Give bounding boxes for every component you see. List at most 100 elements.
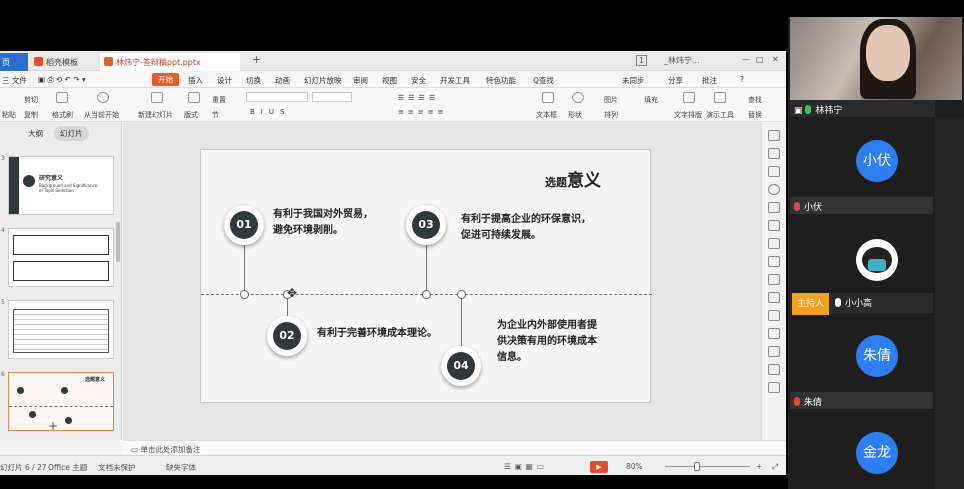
menu-design[interactable]: 设计: [217, 75, 232, 86]
zoom-slider-track[interactable]: [665, 466, 750, 467]
font-style-buttons[interactable]: BIUS: [250, 108, 290, 116]
smart-tools-button[interactable]: 演示工具: [706, 110, 734, 120]
slide[interactable]: 选题意义 01 有利于我国对外贸易， 避免环境剥削。 03 有利于提高企业的环保意…: [200, 149, 652, 403]
zoom-level[interactable]: 80%: [626, 462, 643, 471]
collapse-icon[interactable]: [768, 130, 780, 141]
tab-home[interactable]: 页: [0, 53, 28, 71]
pane-scrollbar[interactable]: [116, 222, 120, 262]
slide-thumbnail[interactable]: 3 研究意义 Background and Significance of To…: [1, 155, 114, 215]
location-icon[interactable]: [768, 184, 780, 195]
from-current-button[interactable]: 从当前开始: [84, 110, 119, 120]
image-icon[interactable]: [768, 346, 780, 357]
new-slide-button[interactable]: 新建幻灯片: [138, 110, 173, 120]
point-badge-01[interactable]: 01: [224, 205, 264, 245]
menu-start[interactable]: 开始: [152, 73, 179, 86]
copy-button[interactable]: 复制: [24, 110, 38, 120]
slide-title[interactable]: 选题意义: [545, 166, 601, 191]
point-text-04[interactable]: 为企业内外部使用者提 供决策有用的环境成本 信息。: [497, 318, 597, 366]
menu-search[interactable]: Q查找: [533, 75, 554, 86]
layout-icon[interactable]: [188, 92, 200, 103]
backup-icon[interactable]: [768, 382, 780, 393]
share-button[interactable]: 分享: [668, 75, 683, 86]
smart-tools-icon[interactable]: [714, 92, 726, 103]
participant-avatar[interactable]: 金龙: [856, 432, 898, 474]
menu-insert[interactable]: 插入: [188, 75, 203, 86]
font-size-select[interactable]: [312, 92, 352, 102]
maximize-icon[interactable]: □: [756, 55, 764, 64]
tools-icon[interactable]: [768, 328, 780, 339]
share-icon[interactable]: [768, 292, 780, 303]
close-icon[interactable]: ✕: [772, 55, 779, 64]
slide-thumbnail-current[interactable]: 6 选题意义: [1, 371, 114, 431]
new-slide-icon[interactable]: [151, 92, 163, 103]
participant-avatar[interactable]: 朱倩: [856, 335, 898, 377]
point-text-01[interactable]: 有利于我国对外贸易， 避免环境剥削。: [273, 207, 373, 239]
shape-button[interactable]: 形状: [568, 110, 582, 120]
settings-icon[interactable]: [768, 274, 780, 285]
export-icon[interactable]: [768, 310, 780, 321]
menu-animation[interactable]: 动画: [275, 75, 290, 86]
paragraph-buttons[interactable]: ☰☰☰☰: [398, 94, 439, 102]
textbox-button[interactable]: 文本框: [536, 110, 557, 120]
menu-security[interactable]: 安全: [411, 75, 426, 86]
point-badge-02[interactable]: 02: [267, 316, 307, 356]
user-name[interactable]: _林炜宁...: [664, 55, 700, 66]
missing-font-status[interactable]: 缺失字体: [166, 462, 196, 473]
text-tools-icon[interactable]: [683, 92, 695, 103]
point-badge-04[interactable]: 04: [441, 346, 481, 386]
quick-access-icons[interactable]: ▣ ⎙ ⟲ ↶ ↷ ▾: [38, 75, 86, 85]
fit-window-icon[interactable]: ⤢: [772, 462, 778, 472]
layout-button[interactable]: 版式: [184, 110, 198, 120]
menu-slideshow[interactable]: 幻灯片放映: [304, 75, 342, 86]
zoom-slider-handle[interactable]: [694, 462, 700, 471]
protection-status[interactable]: 文档未保护: [98, 462, 136, 473]
participant-avatar[interactable]: 小伏: [856, 140, 898, 182]
sync-status[interactable]: 未同步: [622, 75, 645, 86]
participant-avatar-bear[interactable]: [856, 239, 898, 281]
fill-button[interactable]: 填充: [644, 95, 658, 105]
cut-button[interactable]: 剪切: [24, 95, 38, 105]
menu-features[interactable]: 特色功能: [486, 75, 516, 86]
notes-area[interactable]: ▭ 单击此处添加备注: [123, 440, 786, 455]
animation-icon[interactable]: [768, 166, 780, 177]
view-buttons[interactable]: ☰▣▦▭: [504, 462, 548, 471]
template-icon[interactable]: [768, 220, 780, 231]
slide-thumbnail[interactable]: 4: [1, 227, 114, 287]
menu-view[interactable]: 视图: [382, 75, 397, 86]
reset-button[interactable]: 重置: [212, 95, 226, 105]
align-buttons[interactable]: ≡≡≡≡≡: [398, 108, 447, 116]
picture-button[interactable]: 图片: [604, 95, 618, 105]
point-badge-03[interactable]: 03: [406, 205, 446, 245]
zoom-in-icon[interactable]: +: [756, 462, 762, 471]
point-text-02[interactable]: 有利于完善环境成本理论。: [317, 326, 437, 342]
tab-outline[interactable]: 大纲: [28, 128, 43, 139]
play-from-current-icon[interactable]: [97, 92, 109, 103]
tab-slides[interactable]: 幻灯片: [54, 126, 89, 141]
comment-button[interactable]: 批注: [702, 75, 717, 86]
point-text-03[interactable]: 有利于提高企业的环保意识， 促进可持续发展。: [461, 212, 591, 244]
tab-document[interactable]: 林炜宁-答辩稿ppt.pptx: [100, 53, 240, 71]
menu-transition[interactable]: 切换: [246, 75, 261, 86]
theme-name[interactable]: Office 主题: [48, 462, 87, 473]
tab-docer[interactable]: 稻壳模板: [30, 53, 98, 71]
replace-button[interactable]: 替换: [748, 110, 762, 120]
shape-icon[interactable]: [572, 92, 584, 103]
find-button[interactable]: 查找: [748, 95, 762, 105]
menu-devtools[interactable]: 开发工具: [440, 75, 470, 86]
slide-thumbnail[interactable]: 5: [1, 299, 114, 359]
menu-file[interactable]: 三 文件: [2, 75, 27, 86]
format-painter-button[interactable]: 格式刷: [52, 110, 73, 120]
grid-icon[interactable]: [768, 238, 780, 249]
help-icon[interactable]: ?: [740, 75, 744, 84]
textbox-icon[interactable]: [542, 92, 554, 103]
style-icon[interactable]: [768, 148, 780, 159]
format-painter-icon[interactable]: [56, 92, 68, 103]
font-name-select[interactable]: [246, 92, 308, 102]
new-tab-button[interactable]: +: [252, 53, 261, 66]
section-button[interactable]: 节: [212, 110, 219, 120]
menu-review[interactable]: 审阅: [353, 75, 368, 86]
arrange-button[interactable]: 排列: [604, 110, 618, 120]
shape-panel-icon[interactable]: [768, 202, 780, 213]
text-tools-button[interactable]: 文字排版: [674, 110, 702, 120]
add-slide-button[interactable]: +: [48, 419, 58, 433]
